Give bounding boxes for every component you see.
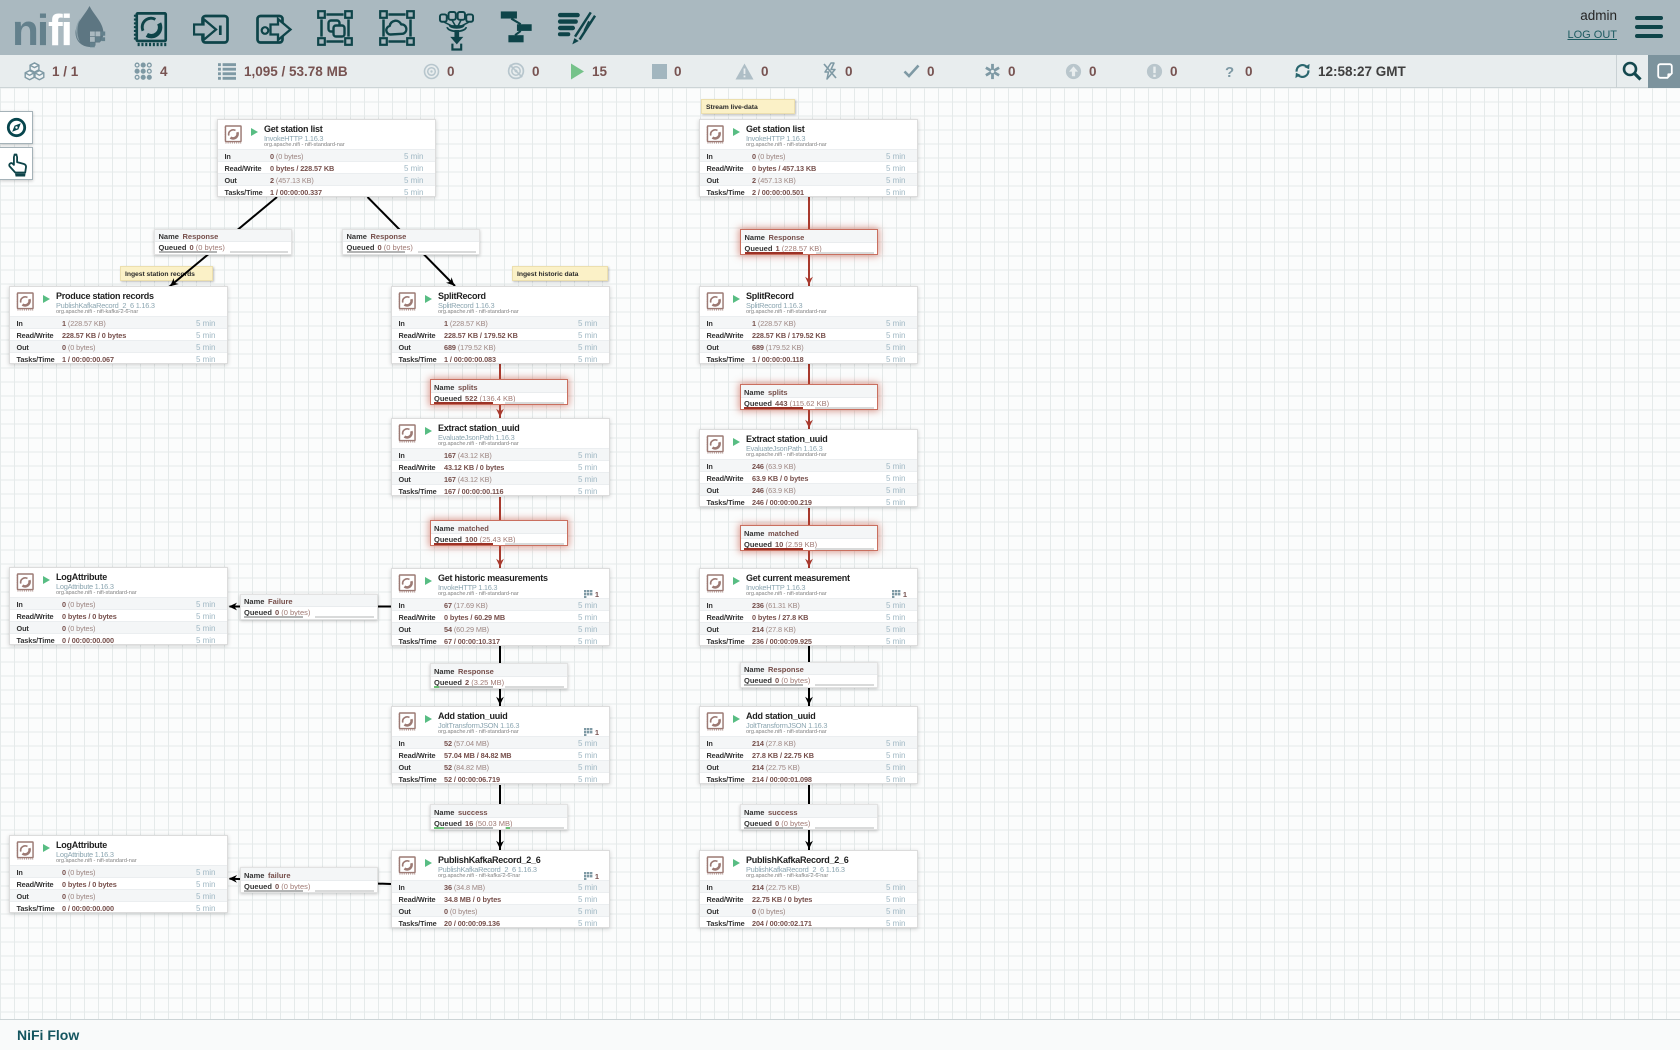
svg-text:ni: ni	[12, 6, 47, 54]
svg-text:fi: fi	[48, 6, 71, 54]
svg-text:?: ?	[1225, 64, 1234, 80]
